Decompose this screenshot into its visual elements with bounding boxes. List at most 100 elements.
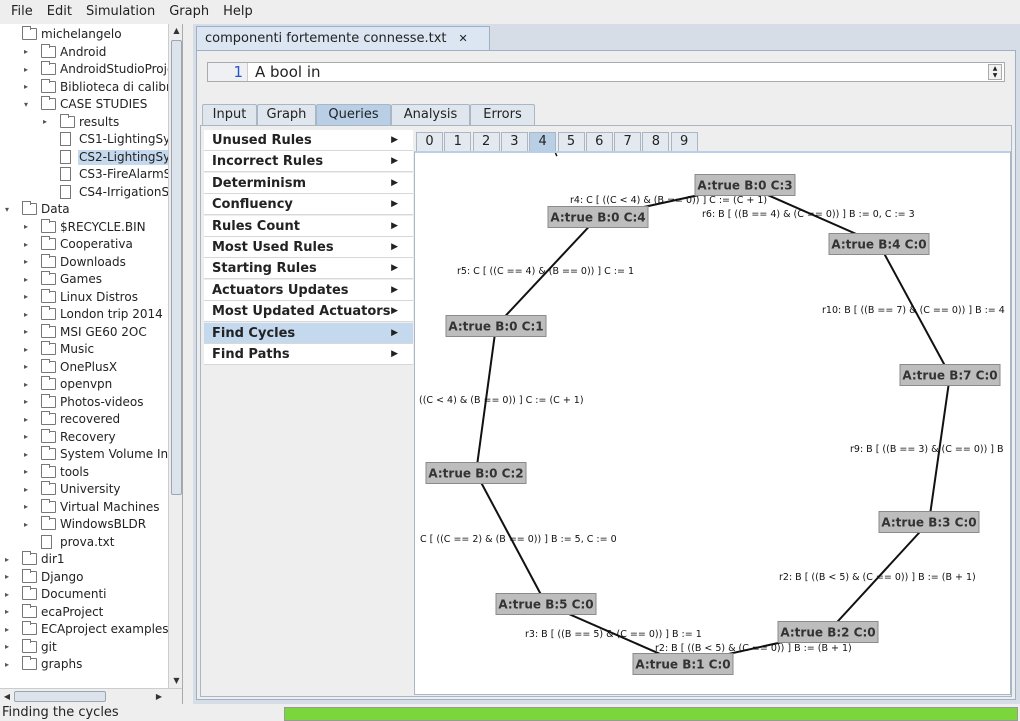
query-item[interactable]: Confluency ▶ bbox=[204, 194, 413, 216]
tree-folder-item[interactable]: ▸ Cooperativa bbox=[0, 236, 168, 253]
query-item[interactable]: Starting Rules ▶ bbox=[204, 258, 413, 280]
menu-graph[interactable]: Graph bbox=[162, 0, 216, 24]
tree-folder-item[interactable]: ▸ $RECYCLE.BIN bbox=[0, 218, 168, 236]
collapsed-toggle-icon[interactable]: ▸ bbox=[21, 222, 31, 232]
graph-node[interactable]: A:true B:5 C:0 bbox=[495, 593, 597, 615]
tree-folder-item[interactable]: ▸ AndroidStudioProjects bbox=[0, 61, 182, 78]
tree-folder-item[interactable]: ▸ University bbox=[0, 481, 168, 498]
tree-vertical-scrollbar[interactable]: ▲ ▼ bbox=[168, 24, 182, 688]
tree-folder-item[interactable]: ▸ London trip 2014 bbox=[0, 306, 168, 323]
query-item[interactable]: Find Paths ▶ bbox=[204, 344, 413, 365]
tab-queries[interactable]: Queries bbox=[316, 104, 391, 125]
collapsed-toggle-icon[interactable]: ▸ bbox=[2, 624, 12, 634]
tree-file-item[interactable]: CS1-LightingSystem bbox=[0, 131, 182, 148]
collapsed-toggle-icon[interactable]: ▸ bbox=[21, 362, 31, 372]
tree-folder-item[interactable]: ▸ Virtual Machines bbox=[0, 498, 168, 516]
tree-folder-item[interactable]: ▸ Music bbox=[0, 341, 168, 358]
horizontal-scroll-thumb[interactable] bbox=[14, 691, 106, 702]
collapsed-toggle-icon[interactable]: ▸ bbox=[21, 432, 31, 442]
query-item[interactable]: Find Cycles ▶ bbox=[204, 322, 413, 344]
cycle-tab[interactable]: 1 bbox=[444, 132, 472, 151]
tree-folder-item[interactable]: ▸ git bbox=[0, 638, 168, 656]
collapsed-toggle-icon[interactable]: ▸ bbox=[2, 572, 12, 582]
tree-folder-item[interactable]: ▸ Downloads bbox=[0, 253, 168, 271]
collapsed-toggle-icon[interactable]: ▸ bbox=[2, 659, 12, 669]
graph-node[interactable]: A:true B:0 C:4 bbox=[547, 206, 649, 228]
tree-folder-item[interactable]: ▸ Recovery bbox=[0, 428, 168, 446]
menu-simulation[interactable]: Simulation bbox=[79, 0, 162, 24]
tree-folder-item[interactable]: ▸ System Volume Information bbox=[0, 446, 182, 463]
graph-node[interactable]: A:true B:0 C:3 bbox=[694, 174, 796, 196]
collapsed-toggle-icon[interactable]: ▸ bbox=[21, 82, 31, 92]
tree-folder-item[interactable]: ▸ Documenti bbox=[0, 586, 168, 603]
tree-file-item[interactable]: CS2-LightingSystem bbox=[0, 149, 182, 166]
editor-spinner[interactable]: ▲ ▼ bbox=[988, 64, 1002, 80]
input-editor[interactable]: 1 A bool in ▲ ▼ bbox=[207, 62, 1005, 82]
vertical-scroll-thumb[interactable] bbox=[171, 40, 182, 495]
graph-node[interactable]: A:true B:4 C:0 bbox=[828, 233, 930, 255]
tree-file-item[interactable]: CS4-IrrigationSystem bbox=[0, 184, 182, 201]
tree-folder-item[interactable]: ▸ MSI GE60 2OC bbox=[0, 323, 168, 341]
graph-node[interactable]: A:true B:0 C:2 bbox=[425, 462, 527, 484]
tree-folder-item[interactable]: ▸ Games bbox=[0, 271, 168, 288]
tab-analysis[interactable]: Analysis bbox=[391, 104, 470, 125]
tab-input[interactable]: Input bbox=[202, 104, 257, 125]
cycle-tab[interactable]: 8 bbox=[642, 132, 670, 151]
collapsed-toggle-icon[interactable]: ▸ bbox=[21, 502, 31, 512]
collapsed-toggle-icon[interactable]: ▸ bbox=[21, 327, 31, 337]
collapsed-toggle-icon[interactable]: ▸ bbox=[21, 519, 31, 529]
collapsed-toggle-icon[interactable]: ▸ bbox=[2, 642, 12, 652]
query-item[interactable]: Most Updated Actuators ▶ bbox=[204, 301, 413, 323]
tree-folder-item[interactable]: ▾ Data bbox=[0, 201, 168, 218]
tree-folder-item[interactable]: ▸ ECAproject examples bbox=[0, 621, 169, 638]
collapsed-toggle-icon[interactable]: ▸ bbox=[21, 344, 31, 354]
cycle-graph-canvas[interactable]: r4: C [ ((C < 4) & (B == 0)) ] C := (C +… bbox=[414, 151, 1011, 695]
graph-node[interactable]: A:true B:1 C:0 bbox=[632, 653, 734, 675]
expanded-toggle-icon[interactable]: ▾ bbox=[2, 204, 12, 214]
graph-node[interactable]: A:true B:0 C:1 bbox=[445, 315, 547, 337]
collapsed-toggle-icon[interactable]: ▸ bbox=[21, 64, 31, 74]
scroll-right-icon[interactable]: ▶ bbox=[152, 689, 166, 704]
cycle-tab[interactable]: 0 bbox=[416, 132, 443, 151]
tree-folder-item[interactable]: michelangelo bbox=[0, 26, 168, 43]
tab-errors[interactable]: Errors bbox=[470, 104, 535, 125]
tree-folder-item[interactable]: ▸ OnePlusX bbox=[0, 358, 168, 376]
collapsed-toggle-icon[interactable]: ▸ bbox=[21, 484, 31, 494]
collapsed-toggle-icon[interactable]: ▸ bbox=[21, 239, 31, 249]
tree-folder-item[interactable]: ▸ ecaProject bbox=[0, 603, 168, 621]
scroll-left-icon[interactable]: ◀ bbox=[0, 689, 14, 704]
scroll-up-icon[interactable]: ▲ bbox=[169, 24, 182, 38]
menu-edit[interactable]: Edit bbox=[40, 0, 79, 24]
menu-help[interactable]: Help bbox=[216, 0, 260, 24]
tree-folder-item[interactable]: ▸ Biblioteca di calibre bbox=[0, 78, 178, 96]
tree-folder-item[interactable]: ▸ Django bbox=[0, 568, 168, 586]
collapsed-toggle-icon[interactable]: ▸ bbox=[21, 414, 31, 424]
query-item[interactable]: Rules Count ▶ bbox=[204, 215, 413, 237]
tab-graph[interactable]: Graph bbox=[257, 104, 316, 125]
cycle-tab[interactable]: 7 bbox=[614, 132, 642, 151]
collapsed-toggle-icon[interactable]: ▸ bbox=[21, 397, 31, 407]
cycle-tab[interactable]: 3 bbox=[500, 132, 528, 151]
tree-folder-item[interactable]: ▸ Linux Distros bbox=[0, 288, 168, 306]
tree-file-item[interactable]: prova.txt bbox=[0, 534, 168, 551]
scroll-down-icon[interactable]: ▼ bbox=[169, 674, 182, 688]
collapsed-toggle-icon[interactable]: ▸ bbox=[21, 47, 31, 57]
collapsed-toggle-icon[interactable]: ▸ bbox=[2, 589, 12, 599]
query-item[interactable]: Most Used Rules ▶ bbox=[204, 237, 413, 258]
query-item[interactable]: Determinism ▶ bbox=[204, 172, 413, 194]
tree-folder-item[interactable]: ▾ CASE STUDIES bbox=[0, 96, 168, 113]
query-item[interactable]: Actuators Updates ▶ bbox=[204, 279, 413, 301]
tree-horizontal-scrollbar[interactable]: ◀ ▶ bbox=[0, 688, 182, 704]
tree-folder-item[interactable]: ▸ graphs bbox=[0, 656, 168, 673]
collapsed-toggle-icon[interactable]: ▸ bbox=[2, 607, 12, 617]
tree-folder-item[interactable]: ▸ WindowsBLDR bbox=[0, 516, 168, 533]
query-item[interactable]: Incorrect Rules ▶ bbox=[204, 151, 413, 173]
menu-file[interactable]: File bbox=[4, 0, 40, 24]
collapsed-toggle-icon[interactable]: ▸ bbox=[21, 467, 31, 477]
cycle-tab[interactable]: 5 bbox=[557, 132, 585, 151]
graph-node[interactable]: A:true B:3 C:0 bbox=[878, 511, 980, 533]
expanded-toggle-icon[interactable]: ▾ bbox=[21, 99, 31, 109]
cycle-tab[interactable]: 4 bbox=[529, 132, 557, 151]
tree-folder-item[interactable]: ▸ recovered bbox=[0, 411, 168, 428]
collapsed-toggle-icon[interactable]: ▸ bbox=[21, 292, 31, 302]
